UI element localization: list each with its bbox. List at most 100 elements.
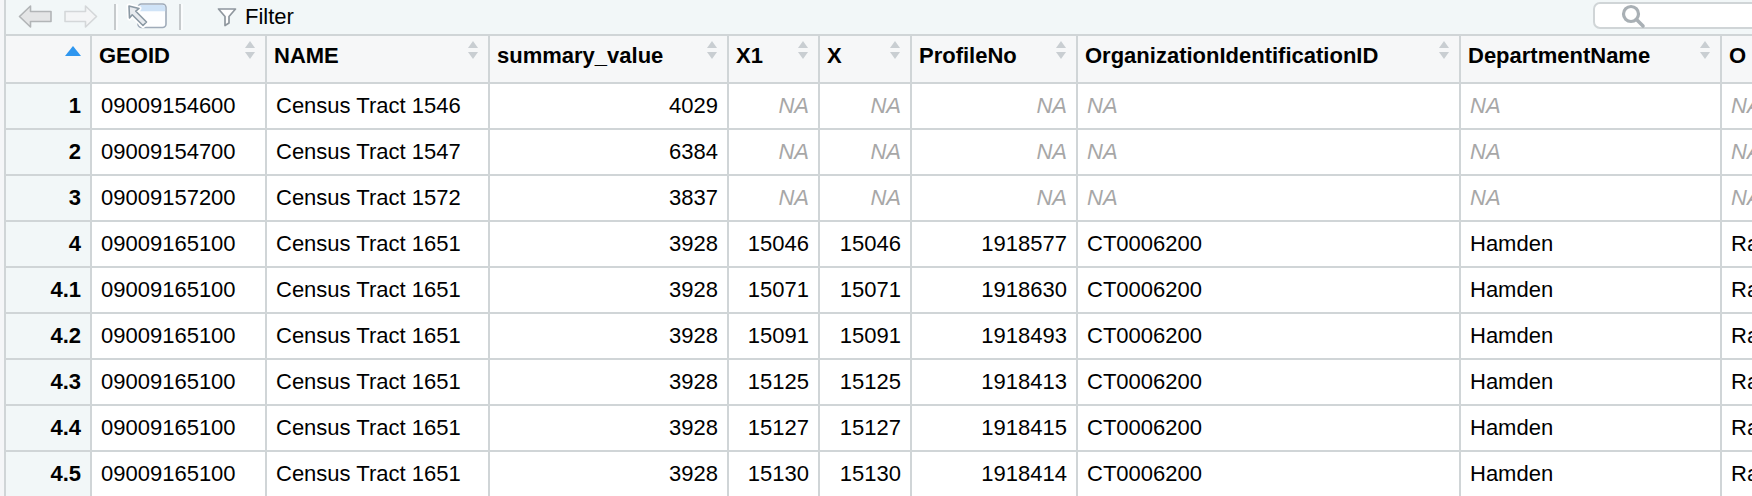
column-header-summary_value[interactable]: summary_value	[490, 36, 729, 84]
column-header-rownum[interactable]	[6, 36, 92, 84]
column-label-summary_value: summary_value	[497, 43, 663, 68]
viewer-toolbar: Filter	[6, 0, 1752, 36]
cell-profileno: 1918415	[912, 406, 1078, 452]
cell-name: Census Tract 1651	[267, 360, 490, 406]
back-arrow-icon	[18, 5, 52, 28]
cell-geoid: 09009154700	[92, 130, 267, 176]
cell-summary_value: 3837	[490, 176, 729, 222]
cell-o: NA	[1722, 84, 1752, 130]
sort-arrows-icon	[245, 41, 256, 59]
filter-button[interactable]: Filter	[211, 0, 294, 34]
row-number-cell: 4.4	[6, 406, 92, 452]
cell-geoid: 09009165100	[92, 268, 267, 314]
table-row: 409009165100Census Tract 165139281504615…	[6, 222, 1752, 268]
column-label-deptname: DepartmentName	[1468, 43, 1650, 68]
column-header-x1[interactable]: X1	[729, 36, 820, 84]
cell-x: NA	[820, 130, 912, 176]
column-label-o: O	[1729, 43, 1746, 68]
cell-x: 15130	[820, 452, 912, 496]
cell-profileno: 1918413	[912, 360, 1078, 406]
cell-geoid: 09009165100	[92, 222, 267, 268]
cell-x: 15046	[820, 222, 912, 268]
cell-deptname: Hamden	[1461, 268, 1722, 314]
column-header-name[interactable]: NAME	[267, 36, 490, 84]
cell-name: Census Tract 1547	[267, 130, 490, 176]
cell-profileno: 1918577	[912, 222, 1078, 268]
cell-orgid: NA	[1078, 176, 1461, 222]
cell-x: NA	[820, 84, 912, 130]
cell-deptname: Hamden	[1461, 406, 1722, 452]
row-number-cell: 4	[6, 222, 92, 268]
cell-orgid: CT0006200	[1078, 268, 1461, 314]
forward-button[interactable]	[64, 5, 98, 28]
row-number-cell: 2	[6, 130, 92, 176]
cell-x1: 15127	[729, 406, 820, 452]
cell-summary_value: 3928	[490, 222, 729, 268]
column-label-x1: X1	[736, 43, 763, 68]
table-row: 309009157200Census Tract 15723837NANANAN…	[6, 176, 1752, 222]
cell-geoid: 09009165100	[92, 360, 267, 406]
cell-name: Census Tract 1651	[267, 222, 490, 268]
sort-arrows-icon	[890, 41, 901, 59]
cell-profileno: 1918414	[912, 452, 1078, 496]
cell-o: Ra	[1722, 268, 1752, 314]
table-body: 109009154600Census Tract 15464029NANANAN…	[6, 84, 1752, 496]
table-row: 4.509009165100Census Tract 1651392815130…	[6, 452, 1752, 496]
cell-profileno: NA	[912, 176, 1078, 222]
cell-x1: 15046	[729, 222, 820, 268]
row-number-cell: 3	[6, 176, 92, 222]
cell-orgid: NA	[1078, 84, 1461, 130]
cell-o: Ra	[1722, 452, 1752, 496]
cell-orgid: CT0006200	[1078, 360, 1461, 406]
column-label-name: NAME	[274, 43, 339, 68]
cell-o: Ra	[1722, 314, 1752, 360]
column-header-deptname[interactable]: DepartmentName	[1461, 36, 1722, 84]
data-table: GEOID NAME summary_value X1 XProfileNoOrgani…	[6, 36, 1752, 496]
table-row: 4.409009165100Census Tract 1651392815127…	[6, 406, 1752, 452]
cell-profileno: 1918493	[912, 314, 1078, 360]
cell-geoid: 09009157200	[92, 176, 267, 222]
cell-name: Census Tract 1546	[267, 84, 490, 130]
column-header-x[interactable]: X	[820, 36, 912, 84]
search-input[interactable]	[1647, 4, 1752, 27]
column-header-profileno[interactable]: ProfileNo	[912, 36, 1078, 84]
cell-profileno: NA	[912, 130, 1078, 176]
row-number-cell: 4.2	[6, 314, 92, 360]
open-new-window-button[interactable]	[122, 1, 168, 30]
column-header-orgid[interactable]: OrganizationIdentificationID	[1078, 36, 1461, 84]
data-viewer-main: Filter GEOID NAME summary_value X1 XProfileN…	[6, 0, 1752, 496]
cell-x1: NA	[729, 130, 820, 176]
table-row: 4.209009165100Census Tract 1651392815091…	[6, 314, 1752, 360]
cell-x1: 15071	[729, 268, 820, 314]
table-header-row: GEOID NAME summary_value X1 XProfileNoOrgani…	[6, 36, 1752, 84]
row-number-cell: 4.1	[6, 268, 92, 314]
cell-o: Ra	[1722, 360, 1752, 406]
sort-arrows-icon	[1056, 41, 1067, 59]
cell-o: NA	[1722, 176, 1752, 222]
search-icon	[1619, 2, 1647, 29]
filter-funnel-icon	[217, 7, 237, 27]
sort-arrows-icon	[1700, 41, 1711, 59]
cell-orgid: CT0006200	[1078, 314, 1461, 360]
column-header-o[interactable]: O	[1722, 36, 1752, 84]
column-header-geoid[interactable]: GEOID	[92, 36, 267, 84]
cell-orgid: CT0006200	[1078, 452, 1461, 496]
search-box	[1593, 2, 1752, 29]
back-button[interactable]	[18, 5, 52, 28]
cell-deptname: NA	[1461, 130, 1722, 176]
cell-x1: NA	[729, 84, 820, 130]
cell-profileno: NA	[912, 84, 1078, 130]
table-row: 4.109009165100Census Tract 1651392815071…	[6, 268, 1752, 314]
cell-x1: 15130	[729, 452, 820, 496]
cell-deptname: Hamden	[1461, 222, 1722, 268]
cell-geoid: 09009154600	[92, 84, 267, 130]
cell-summary_value: 4029	[490, 84, 729, 130]
cell-x: 15127	[820, 406, 912, 452]
table-row: 4.309009165100Census Tract 1651392815125…	[6, 360, 1752, 406]
forward-arrow-icon	[64, 5, 98, 28]
cell-orgid: NA	[1078, 130, 1461, 176]
sort-arrows-icon	[1439, 41, 1450, 59]
row-number-cell: 4.3	[6, 360, 92, 406]
row-number-cell: 1	[6, 84, 92, 130]
cell-o: NA	[1722, 130, 1752, 176]
